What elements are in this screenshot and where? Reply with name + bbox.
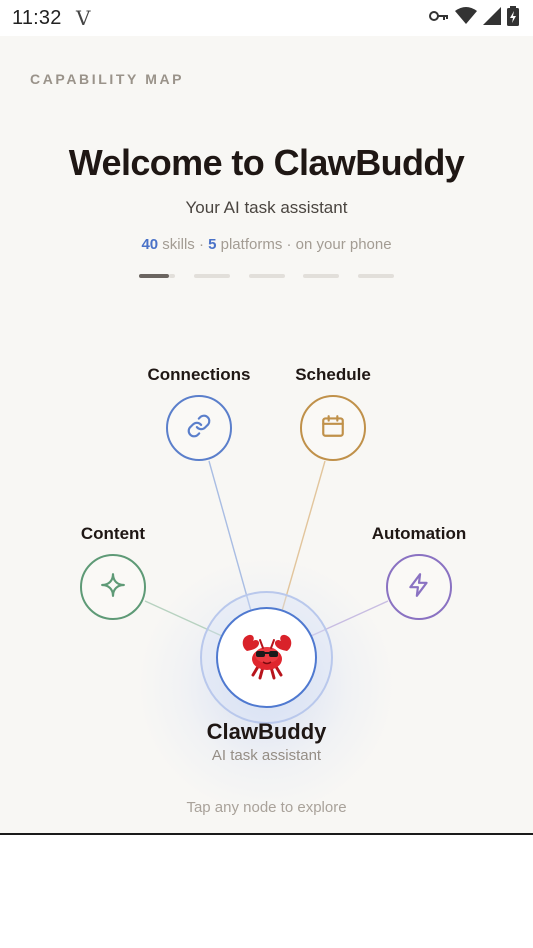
- lightning-icon: [406, 572, 432, 603]
- wifi-icon: [455, 7, 477, 25]
- bottom-blank-area: [0, 835, 533, 948]
- center-title: ClawBuddy: [206, 719, 327, 744]
- schedule-node[interactable]: [300, 395, 366, 461]
- connector-schedule: [281, 460, 326, 612]
- connections-label: Connections: [147, 365, 251, 384]
- sparkle-icon: [100, 572, 126, 603]
- status-bar: 11:32 V: [0, 0, 533, 36]
- automation-node[interactable]: [386, 554, 452, 620]
- schedule-label: Schedule: [295, 365, 371, 384]
- signal-icon: [483, 7, 501, 25]
- crab-mascot-icon: [239, 629, 295, 686]
- status-time: 11:32: [12, 7, 62, 29]
- link-icon: [186, 413, 212, 444]
- key-icon: [429, 9, 449, 23]
- explore-hint: Tap any node to explore: [186, 799, 347, 816]
- automation-label: Automation: [371, 524, 467, 543]
- center-subtitle: AI task assistant: [211, 747, 322, 764]
- calendar-icon: [320, 413, 346, 444]
- content-node[interactable]: [80, 554, 146, 620]
- connections-node[interactable]: [166, 395, 232, 461]
- status-icons: [429, 6, 519, 26]
- battery-icon: [507, 6, 519, 26]
- status-badge: V: [76, 6, 91, 30]
- clawbuddy-center-node[interactable]: [216, 607, 317, 708]
- connector-connections: [208, 460, 252, 612]
- content-label: Content: [80, 524, 146, 543]
- capability-map-screen: CAPABILITY MAP Welcome to ClawBuddy Your…: [0, 36, 533, 833]
